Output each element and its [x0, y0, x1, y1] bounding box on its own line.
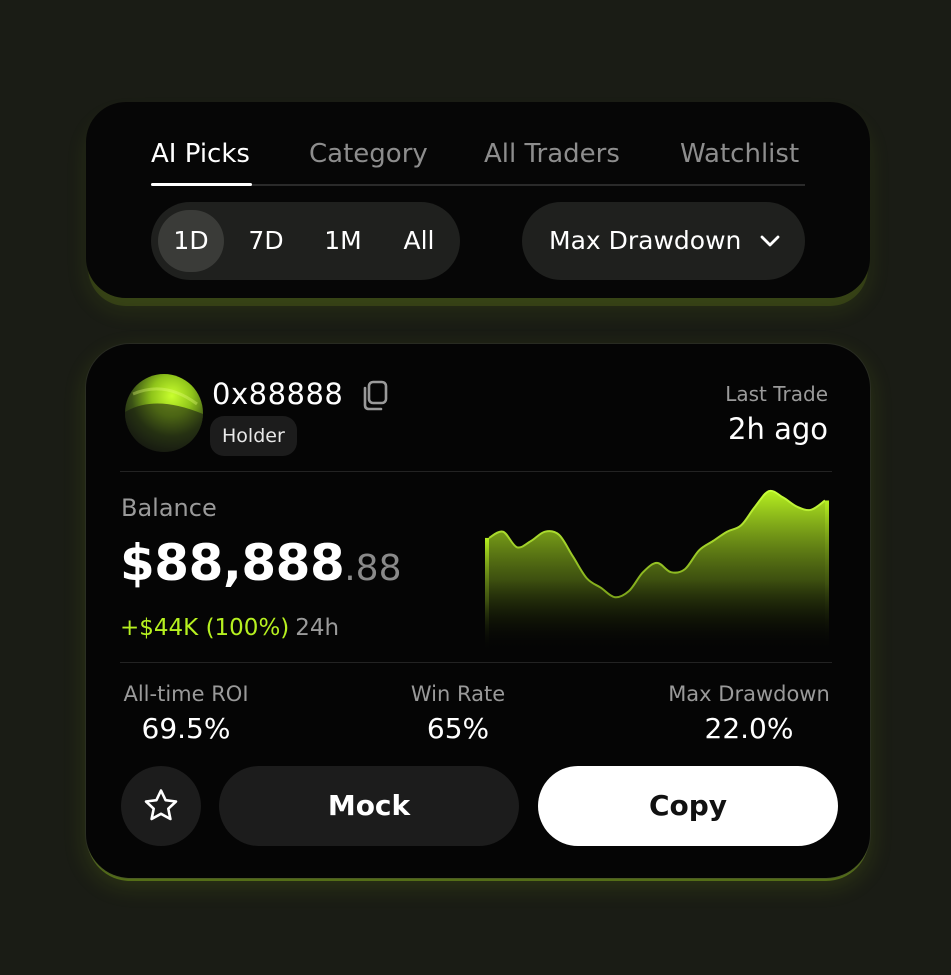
mock-button[interactable]: Mock: [219, 766, 519, 846]
avatar-art: [125, 387, 203, 452]
balance-value: $88,888.88: [120, 534, 402, 592]
copy-icon[interactable]: [358, 378, 392, 412]
sort-dropdown[interactable]: Max Drawdown: [522, 202, 805, 280]
balance-main: $88,888: [120, 534, 345, 592]
divider: [120, 662, 832, 663]
chart-edge: [485, 537, 489, 652]
change-period: 24h: [295, 615, 340, 641]
period-1m-button[interactable]: 1M: [310, 210, 376, 272]
period-1d-button[interactable]: 1D: [158, 210, 224, 272]
balance-label: Balance: [121, 494, 217, 522]
trader-card[interactable]: 0x88888 Holder Last Trade 2h ago Balance…: [86, 344, 870, 878]
sort-dropdown-label: Max Drawdown: [549, 226, 742, 255]
divider: [120, 471, 832, 472]
stat-label: Win Rate: [410, 682, 506, 706]
last-trade-value: 2h ago: [728, 412, 828, 446]
stat-all-time-roi: All-time ROI 69.5%: [121, 682, 251, 745]
chart-area: [489, 490, 825, 652]
star-icon: [144, 789, 178, 821]
period-selector: 1D 7D 1M All: [151, 202, 460, 280]
copy-trade-button[interactable]: Copy: [538, 766, 838, 846]
trader-address: 0x88888: [212, 377, 344, 411]
stat-label: All-time ROI: [123, 682, 249, 706]
chart-edge: [825, 500, 829, 652]
last-trade-label: Last Trade: [725, 382, 828, 406]
avatar: [125, 374, 203, 452]
balance-chart: [485, 489, 829, 652]
tab-bar: AI Picks Category All Traders Watchlist: [151, 136, 805, 186]
tab-all-traders[interactable]: All Traders: [484, 136, 620, 172]
stat-value: 69.5%: [141, 712, 231, 745]
chevron-down-icon: [760, 235, 780, 247]
favorite-button[interactable]: [121, 766, 201, 846]
balance-change: +$44K (100%) 24h: [120, 615, 339, 641]
tab-ai-picks[interactable]: AI Picks: [151, 136, 252, 186]
stat-max-drawdown: Max Drawdown 22.0%: [666, 682, 832, 745]
tab-category[interactable]: Category: [309, 136, 428, 172]
change-amount: +$44K (100%): [120, 615, 290, 641]
period-all-button[interactable]: All: [386, 210, 452, 272]
filter-card: AI Picks Category All Traders Watchlist …: [86, 102, 870, 298]
tab-watchlist[interactable]: Watchlist: [680, 136, 799, 172]
holder-badge: Holder: [210, 416, 297, 456]
period-7d-button[interactable]: 7D: [233, 210, 299, 272]
stat-value: 22.0%: [704, 712, 794, 745]
balance-cents: .88: [344, 548, 402, 589]
stat-label: Max Drawdown: [668, 682, 830, 706]
stat-value: 65%: [426, 712, 490, 745]
stat-win-rate: Win Rate 65%: [406, 682, 510, 745]
